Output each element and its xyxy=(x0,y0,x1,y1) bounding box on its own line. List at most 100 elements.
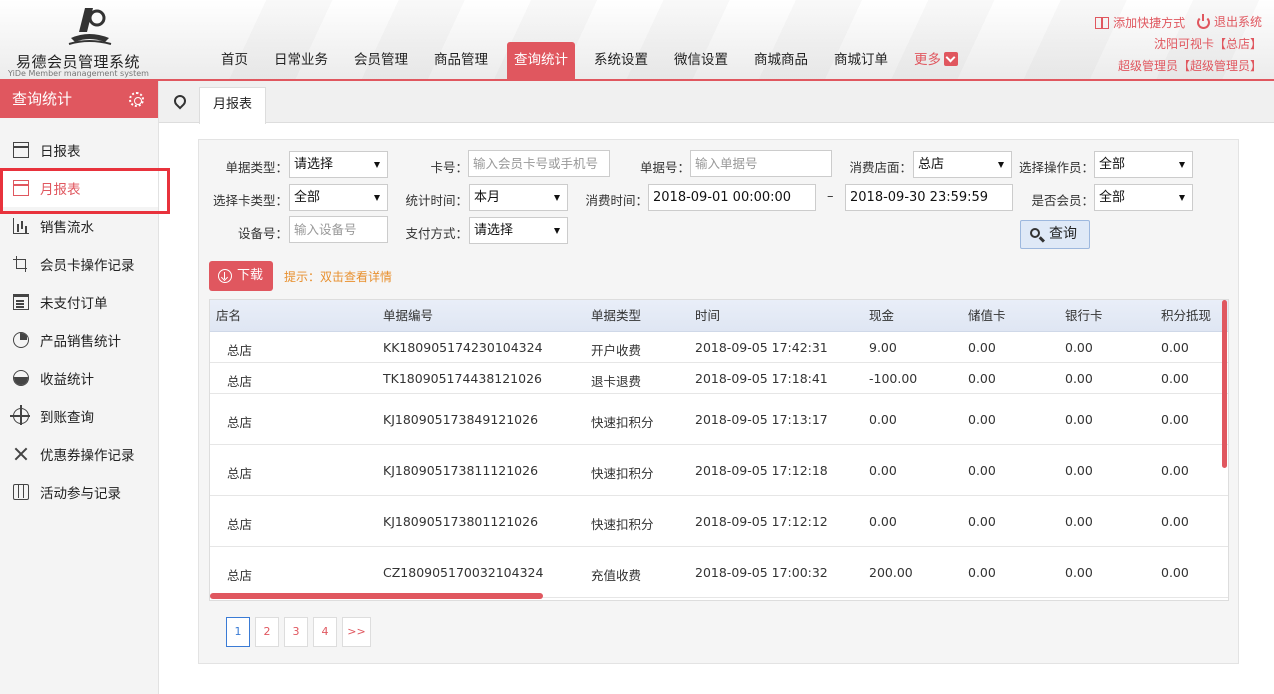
vertical-scrollbar[interactable] xyxy=(1222,300,1227,468)
card-no-input[interactable]: 输入会员卡号或手机号 xyxy=(468,150,610,177)
table-row[interactable]: 总店 KJ180905173801121026 快速扣积分 2018-09-05… xyxy=(210,496,1228,547)
add-shortcut-link[interactable]: 添加快捷方式 xyxy=(1095,13,1185,33)
start-time-input[interactable]: 2018-09-01 00:00:00 xyxy=(648,184,816,211)
sidebar-item-monthly-report[interactable]: 月报表 xyxy=(0,168,170,214)
doc-no-input[interactable]: 输入单据号 xyxy=(690,150,832,177)
sidebar-item-sales-flow[interactable]: 销售流水 xyxy=(0,207,158,245)
cell-time: 2018-09-05 17:13:17 xyxy=(695,412,828,427)
cell-cash: 0.00 xyxy=(869,463,897,478)
page-button-1[interactable]: 1 xyxy=(226,617,250,647)
calendar-icon xyxy=(13,294,29,310)
pay-method-select[interactable]: 请选择 xyxy=(469,217,568,244)
operator-select[interactable]: 全部 xyxy=(1094,151,1193,178)
stat-time-select[interactable]: 本月 xyxy=(469,184,568,211)
next-page-button[interactable]: >> xyxy=(342,617,371,647)
table-row[interactable]: 总店 CZ180905170032104324 充值收费 2018-09-05 … xyxy=(210,547,1228,598)
cell-doc-no: KJ180905173849121026 xyxy=(383,412,539,427)
download-button[interactable]: 下载 xyxy=(209,261,273,291)
col-store[interactable]: 店名 xyxy=(216,300,241,332)
sidebar: 查询统计 日报表 月报表 销售流水 会员卡操作记录 未支付订单 产品销售统计 收… xyxy=(0,81,170,694)
search-button[interactable]: 查询 xyxy=(1020,220,1090,249)
cell-store: 总店 xyxy=(227,374,253,389)
cell-stored-value: 0.00 xyxy=(968,565,996,580)
nav-query-statistics[interactable]: 查询统计 xyxy=(507,42,575,79)
col-doc-no[interactable]: 单据编号 xyxy=(383,300,433,332)
col-points[interactable]: 积分抵现 xyxy=(1161,300,1211,332)
page-button-2[interactable]: 2 xyxy=(255,617,279,647)
pagination: 1 2 3 4 >> xyxy=(226,617,371,647)
location-pin-icon[interactable] xyxy=(171,92,189,110)
sidebar-item-product-sales-stats[interactable]: 产品销售统计 xyxy=(0,321,158,359)
cell-cash: 0.00 xyxy=(869,514,897,529)
logo-mark-icon xyxy=(68,8,112,45)
table-row[interactable]: 总店 TK180905174438121026 退卡退费 2018-09-05 … xyxy=(210,363,1228,394)
tab-monthly-report[interactable]: 月报表 xyxy=(199,87,267,124)
cell-stored-value: 0.00 xyxy=(968,463,996,478)
page-button-4[interactable]: 4 xyxy=(313,617,337,647)
sidebar-item-revenue-stats[interactable]: 收益统计 xyxy=(0,359,158,397)
nav-mall-products[interactable]: 商城商品 xyxy=(747,42,815,79)
sidebar-menu: 日报表 月报表 销售流水 会员卡操作记录 未支付订单 产品销售统计 收益统计 到… xyxy=(0,131,170,511)
card-no-label: 卡号： xyxy=(430,160,468,175)
nav-home[interactable]: 首页 xyxy=(214,42,255,79)
sidebar-item-unpaid-orders[interactable]: 未支付订单 xyxy=(0,283,158,321)
cell-cash: 200.00 xyxy=(869,565,913,580)
cell-points: 0.00 xyxy=(1161,565,1189,580)
cell-stored-value: 0.00 xyxy=(968,340,996,355)
gear-icon[interactable] xyxy=(129,92,144,107)
table-row[interactable]: 总店 KJ180905173849121026 快速扣积分 2018-09-05… xyxy=(210,394,1228,445)
cell-store: 总店 xyxy=(227,568,253,583)
device-input[interactable]: 输入设备号 xyxy=(289,216,388,243)
doc-type-select[interactable]: 请选择 xyxy=(289,151,388,178)
cell-points: 0.00 xyxy=(1161,463,1189,478)
table-row[interactable]: 总店 KJ180905173811121026 快速扣积分 2018-09-05… xyxy=(210,445,1228,496)
user-info: 超级管理员【超级管理员】 xyxy=(1117,59,1262,73)
cell-time: 2018-09-05 17:42:31 xyxy=(695,340,828,355)
store-select[interactable]: 总店 xyxy=(913,151,1012,178)
cell-stored-value: 0.00 xyxy=(968,514,996,529)
sidebar-item-daily-report[interactable]: 日报表 xyxy=(0,131,158,169)
sidebar-item-card-operation-log[interactable]: 会员卡操作记录 xyxy=(0,245,158,283)
nav-daily-business[interactable]: 日常业务 xyxy=(267,42,335,79)
operator-label: 选择操作员： xyxy=(1018,160,1094,175)
page-button-3[interactable]: 3 xyxy=(284,617,308,647)
nav-wechat-settings[interactable]: 微信设置 xyxy=(667,42,735,79)
chevron-down-icon xyxy=(944,52,958,66)
sidebar-item-label: 收益统计 xyxy=(40,372,94,388)
bar-chart-icon xyxy=(13,218,29,234)
end-time-input[interactable]: 2018-09-30 23:59:59 xyxy=(845,184,1013,211)
col-stored-value[interactable]: 储值卡 xyxy=(968,300,1006,332)
nav-product-management[interactable]: 商品管理 xyxy=(427,42,495,79)
card-type-select[interactable]: 全部 xyxy=(289,184,388,211)
table-row[interactable]: 总店 KK180905174230104324 开户收费 2018-09-05 … xyxy=(210,332,1228,363)
report-table: 店名 单据编号 单据类型 时间 现金 储值卡 银行卡 积分抵现 总店 KK180… xyxy=(209,299,1229,601)
cell-store: 总店 xyxy=(227,517,253,532)
hint-text: 提示：双击查看详情 xyxy=(284,270,393,284)
stat-time-label: 统计时间： xyxy=(405,193,468,208)
pay-method-label: 支付方式： xyxy=(405,226,468,241)
horizontal-scrollbar[interactable] xyxy=(210,593,543,599)
search-button-label: 查询 xyxy=(1049,226,1077,242)
sidebar-item-arrival-query[interactable]: 到账查询 xyxy=(0,397,158,435)
app-subtitle: YiDe Member management system xyxy=(8,69,149,78)
range-separator: – xyxy=(827,189,834,204)
app-logo[interactable]: 易德会员管理系统 YiDe Member management system xyxy=(8,4,155,78)
col-time[interactable]: 时间 xyxy=(695,300,720,332)
col-bank-card[interactable]: 银行卡 xyxy=(1065,300,1103,332)
sidebar-item-coupon-log[interactable]: 优惠券操作记录 xyxy=(0,435,158,473)
col-cash[interactable]: 现金 xyxy=(869,300,894,332)
store-info: 沈阳可视卡【总店】 xyxy=(1153,37,1262,51)
nav-system-settings[interactable]: 系统设置 xyxy=(587,42,655,79)
sidebar-item-activity-log[interactable]: 活动参与记录 xyxy=(0,473,158,511)
table-icon xyxy=(13,142,29,158)
logout-link[interactable]: 退出系统 xyxy=(1196,12,1262,32)
is-member-select[interactable]: 全部 xyxy=(1094,184,1193,211)
nav-more[interactable]: 更多 xyxy=(907,42,965,79)
nav-mall-orders[interactable]: 商城订单 xyxy=(827,42,895,79)
tab-bar: 月报表 xyxy=(159,81,1274,124)
sidebar-header: 查询统计 xyxy=(0,81,158,118)
col-doc-type[interactable]: 单据类型 xyxy=(591,300,641,332)
nav-member-management[interactable]: 会员管理 xyxy=(347,42,415,79)
logout-label: 退出系统 xyxy=(1213,15,1262,29)
sidebar-item-label: 销售流水 xyxy=(40,220,94,236)
